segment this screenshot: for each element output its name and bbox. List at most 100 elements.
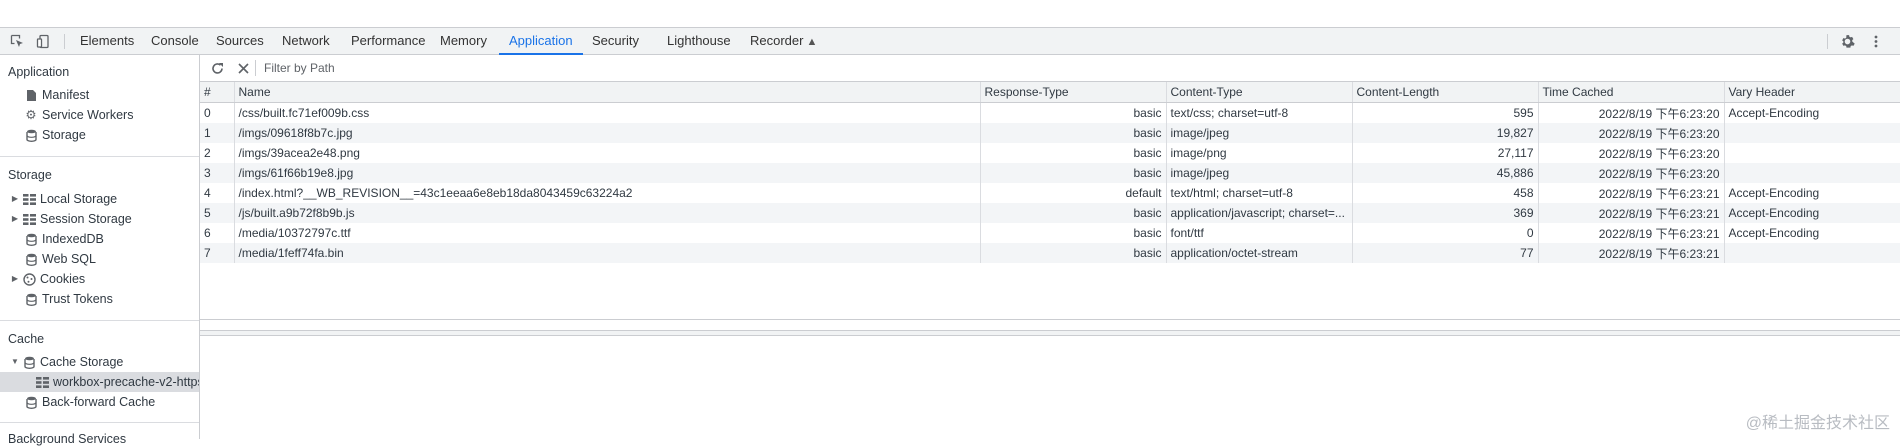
cell-index: 4 — [204, 186, 211, 200]
sidebar-item-trust-tokens[interactable]: Trust Tokens — [24, 289, 113, 309]
cell-index: 3 — [200, 163, 234, 183]
cell-name: /media/1feff74fa.bin — [233, 243, 980, 263]
column-header-content-length[interactable]: Content-Length — [1351, 82, 1538, 103]
cache-entries-table: # Name Response-Type Content-Type Conten… — [200, 82, 1900, 263]
cell-time-cached: 2022/8/19 下午6:23:20 — [1537, 123, 1724, 143]
table-row[interactable]: 2 /imgs/39acea2e48.png basic image/png 2… — [200, 143, 1900, 163]
cell-content-type: font/ttf — [1165, 223, 1352, 243]
sidebar-item-label: Back-forward Cache — [42, 395, 156, 409]
cell-content-type: image/jpeg — [1165, 163, 1352, 183]
table-row[interactable]: 4 /index.html?__WB_REVISION__=43c1eeaa6e… — [200, 183, 1900, 203]
filter-by-path-input[interactable] — [264, 59, 664, 77]
cell-name: /css/built.fc71ef009b.css — [233, 102, 980, 123]
expand-arrow-icon[interactable]: ▶ — [10, 189, 20, 209]
sidebar-item-storage[interactable]: Storage — [24, 125, 86, 145]
table-row[interactable]: 3 /imgs/61f66b19e8.jpg basic image/jpeg … — [200, 163, 1900, 183]
preview-split-handle[interactable] — [200, 330, 1900, 336]
refresh-icon[interactable] — [208, 59, 226, 77]
tab-sources[interactable]: Sources — [216, 28, 264, 54]
cell-content-type: image/jpeg — [1165, 123, 1352, 143]
column-header-time-cached[interactable]: Time Cached — [1537, 82, 1724, 103]
tab-console[interactable]: Console — [151, 28, 199, 54]
cell-vary-header — [1723, 243, 1900, 263]
expand-arrow-icon[interactable]: ▶ — [10, 269, 20, 289]
more-options-icon[interactable] — [1867, 32, 1885, 50]
table-bottom-border — [200, 319, 1900, 320]
cell-name: /index.html?__WB_REVISION__=43c1eeaa6e8e… — [233, 183, 980, 203]
sidebar-item-cookies[interactable]: ▶ Cookies — [10, 269, 85, 289]
tab-recorder-label: Recorder — [750, 33, 804, 48]
tab-network[interactable]: Network — [282, 28, 330, 54]
database-icon — [24, 252, 38, 266]
cell-response-type: basic — [979, 143, 1166, 163]
cell-name: /js/built.a9b72f8b9b.js — [233, 203, 980, 223]
column-header-content-type[interactable]: Content-Type — [1165, 82, 1352, 103]
cell-content-type: text/html; charset=utf-8 — [1165, 183, 1352, 203]
cell-index: 5 — [200, 203, 234, 223]
cache-storage-view: # Name Response-Type Content-Type Conten… — [200, 55, 1900, 439]
toolbar-divider — [64, 34, 65, 49]
column-header-vary-header[interactable]: Vary Header — [1723, 82, 1900, 103]
column-header-response-type[interactable]: Response-Type — [979, 82, 1166, 103]
sidebar-item-session-storage[interactable]: ▶ Session Storage — [10, 209, 132, 229]
tab-application[interactable]: Application — [499, 28, 583, 55]
settings-gear-icon[interactable] — [1838, 32, 1856, 50]
database-icon — [24, 292, 38, 306]
cell-index: 2 — [204, 146, 211, 160]
tab-performance[interactable]: Performance — [351, 28, 425, 54]
table-row[interactable]: 5 /js/built.a9b72f8b9b.js basic applicat… — [200, 203, 1900, 223]
sidebar-item-label: Manifest — [42, 88, 90, 102]
cell-index: 1 — [200, 123, 234, 143]
sidebar-item-label: Session Storage — [40, 212, 132, 226]
expand-arrow-icon[interactable]: ▶ — [10, 209, 20, 229]
section-title-storage: Storage — [8, 168, 52, 182]
table-row[interactable]: 1 /imgs/09618f8b7c.jpg basic image/jpeg … — [200, 123, 1900, 143]
table-row[interactable]: 7 /media/1feff74fa.bin basic application… — [200, 243, 1900, 263]
table-row[interactable]: 6 /media/10372797c.ttf basic font/ttf 0 … — [200, 223, 1900, 243]
cell-content-type: text/css; charset=utf-8 — [1165, 102, 1352, 123]
tab-security[interactable]: Security — [592, 28, 639, 54]
cell-name: /imgs/09618f8b7c.jpg — [233, 123, 980, 143]
device-toolbar-icon[interactable] — [34, 32, 52, 50]
sidebar-item-workbox-precache[interactable]: workbox-precache-v2-https: — [0, 372, 199, 392]
column-header-index[interactable]: # — [200, 82, 234, 103]
toolbar-divider-right — [1827, 34, 1828, 49]
section-title-application: Application — [8, 65, 70, 79]
cell-content-length: 0 — [1351, 223, 1538, 243]
cell-content-type: application/javascript; charset=... — [1165, 203, 1352, 223]
sidebar-item-cache-storage[interactable]: ▼ Cache Storage — [10, 352, 123, 372]
sidebar-item-label: Storage — [42, 128, 86, 142]
sidebar-item-service-workers[interactable]: ⚙ Service Workers — [24, 105, 133, 125]
cell-index: 6 — [204, 226, 211, 240]
collapse-arrow-icon[interactable]: ▼ — [10, 352, 20, 372]
cell-time-cached: 2022/8/19 下午6:23:21 — [1537, 203, 1724, 223]
clear-icon[interactable] — [234, 59, 252, 77]
grid-icon — [36, 375, 49, 389]
cell-response-type: basic — [979, 163, 1166, 183]
table-row[interactable]: 0 /css/built.fc71ef009b.css basic text/c… — [200, 102, 1900, 123]
cell-index: 0 — [204, 106, 211, 120]
cell-index: 7 — [200, 243, 234, 263]
filter-divider — [255, 60, 256, 76]
inspect-element-icon[interactable] — [8, 32, 26, 50]
sidebar-item-back-forward-cache[interactable]: Back-forward Cache — [24, 392, 155, 412]
grid-icon — [22, 212, 36, 226]
sidebar-item-local-storage[interactable]: ▶ Local Storage — [10, 189, 117, 209]
sidebar-item-manifest[interactable]: Manifest — [24, 85, 89, 105]
column-header-name[interactable]: Name — [233, 82, 980, 103]
sidebar-item-web-sql[interactable]: Web SQL — [24, 249, 96, 269]
tab-elements[interactable]: Elements — [80, 28, 134, 54]
tab-memory[interactable]: Memory — [440, 28, 487, 54]
tab-lighthouse[interactable]: Lighthouse — [667, 28, 731, 54]
cell-content-type: application/octet-stream — [1165, 243, 1352, 263]
section-title-background-services: Background Services — [8, 432, 127, 446]
cell-name: /imgs/61f66b19e8.jpg — [233, 163, 980, 183]
cell-time-cached: 2022/8/19 下午6:23:21 — [1537, 183, 1724, 203]
devtools-top-area — [0, 0, 1900, 28]
sidebar-item-indexeddb[interactable]: IndexedDB — [24, 229, 104, 249]
tab-recorder[interactable]: Recorder ▲ — [750, 28, 817, 54]
section-divider — [0, 422, 199, 423]
sidebar-item-label: Trust Tokens — [42, 292, 113, 306]
filter-toolbar — [200, 55, 1900, 82]
cell-response-type: basic — [979, 123, 1166, 143]
